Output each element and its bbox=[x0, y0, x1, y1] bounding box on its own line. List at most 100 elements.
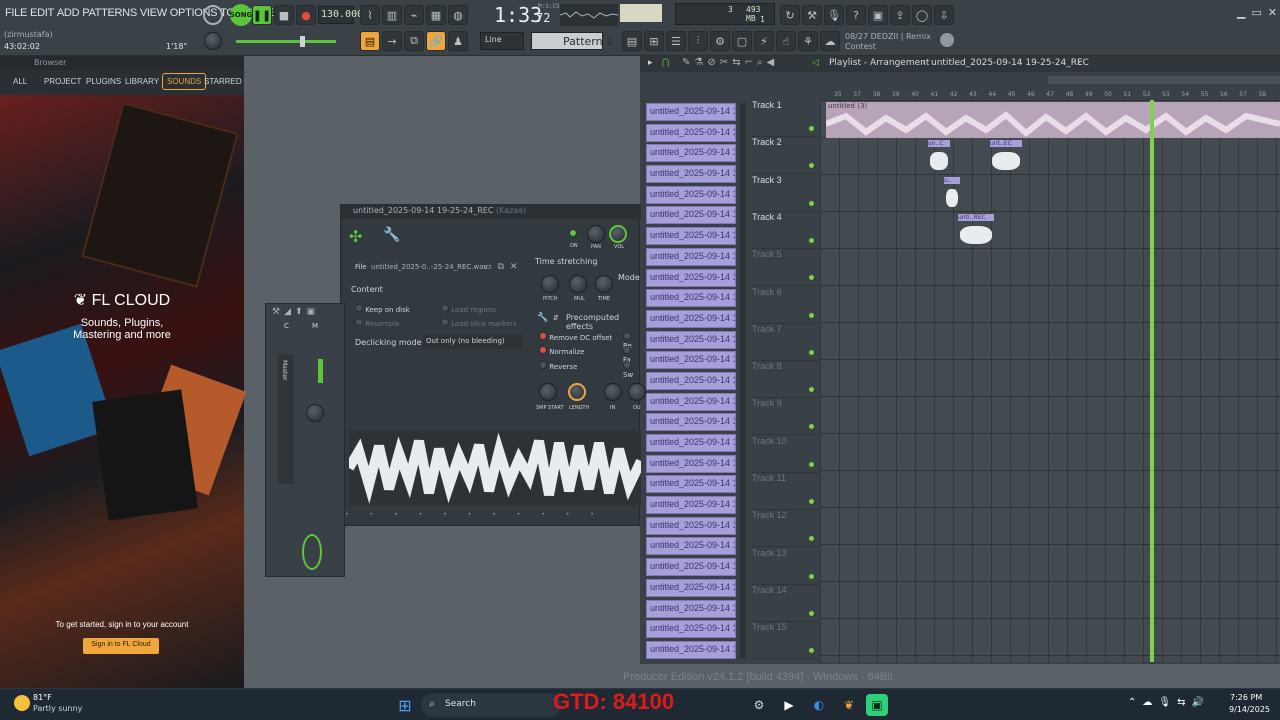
clip-list-item[interactable]: untitled_2025-09-14 19- bbox=[646, 103, 736, 121]
song-mode-button[interactable]: SONG bbox=[230, 4, 252, 26]
app-icon[interactable]: ▣ bbox=[866, 694, 888, 716]
normalize[interactable]: Normalize bbox=[539, 346, 585, 356]
pitch-knob[interactable] bbox=[541, 275, 559, 293]
track-header[interactable]: Track 2 bbox=[752, 137, 818, 175]
sample-waveform[interactable] bbox=[344, 431, 646, 505]
clip-list-item[interactable]: untitled_2025-09-14 19- bbox=[646, 454, 736, 473]
browser-icon[interactable]: ▢ bbox=[732, 31, 752, 51]
track-mute-led[interactable] bbox=[809, 237, 814, 243]
remove-dc-offset[interactable]: Remove DC offset bbox=[539, 332, 612, 342]
track-header[interactable]: Track 7 bbox=[752, 324, 818, 361]
precomputed-arrow-icon[interactable]: ⇵ bbox=[553, 314, 559, 322]
horizontal-scrollbar[interactable] bbox=[1048, 76, 1280, 84]
declicking-select[interactable]: Out only (no bleeding) bbox=[423, 335, 523, 349]
master-pan-knob[interactable] bbox=[306, 404, 324, 422]
windows-start-icon[interactable]: ⊞ bbox=[394, 694, 416, 716]
stem-icon[interactable]: ⚘ bbox=[798, 31, 818, 51]
stop-button[interactable]: ■ bbox=[274, 5, 294, 25]
sampler-titlebar[interactable]: untitled_2025-09-14 19-25-24_REC (Kazaa) bbox=[341, 205, 641, 219]
typing-keyboard-icon[interactable]: ▤ bbox=[360, 31, 380, 51]
clip-list-item[interactable]: untitled_2025-09-14 19- bbox=[646, 185, 736, 204]
channel-rack-icon[interactable]: ☰ bbox=[666, 31, 686, 51]
clip-list-item[interactable]: untitled_2025-09-14 19- bbox=[646, 537, 736, 556]
globe-icon[interactable] bbox=[940, 33, 954, 47]
file-name[interactable]: untitled_2025-0..-25-24_REC.wav bbox=[371, 263, 488, 271]
weather-desc[interactable]: Partly sunny bbox=[33, 704, 82, 713]
menu-file[interactable]: FILE bbox=[5, 7, 27, 19]
track-mute-led[interactable] bbox=[809, 163, 814, 169]
pattern-select[interactable]: Pattern 1 bbox=[531, 32, 613, 50]
magnet-icon[interactable]: ⧉ bbox=[404, 31, 424, 51]
timeline-ruler[interactable]: 35 37 38 39 40 41 42 43 44 45 46 47 48 49 50 51 52 53 54 55… bbox=[820, 90, 1280, 100]
clip-d[interactable]: unti..REC bbox=[958, 214, 994, 250]
menu-view[interactable]: VIEW bbox=[140, 7, 167, 19]
edge-icon[interactable]: ◐ bbox=[808, 694, 830, 716]
track-mute-led[interactable] bbox=[809, 349, 814, 355]
clip-list-item[interactable]: untitled_2025-09-14 19- bbox=[646, 309, 736, 328]
out-knob[interactable] bbox=[628, 383, 646, 401]
playlist-tools-icon[interactable]: ✎⚗⊘✂⇆⌐⌕◀ bbox=[682, 57, 778, 68]
precomputed-wrench-icon[interactable]: 🔧 bbox=[537, 313, 548, 323]
chat-icon[interactable]: ◯ bbox=[912, 5, 932, 25]
on-led[interactable] bbox=[569, 229, 577, 240]
track-header[interactable]: Track 4 bbox=[752, 212, 818, 249]
clip-list-item[interactable]: untitled_2025-09-14 19- bbox=[646, 371, 736, 390]
clip-b[interactable]: unt..EC bbox=[990, 140, 1022, 176]
clip-list-item[interactable]: untitled_2025-09-14 19- bbox=[646, 599, 736, 618]
news-line2[interactable]: Contest bbox=[845, 42, 876, 51]
clip-list-item[interactable]: untitled_2025-09-14 19- bbox=[646, 516, 736, 535]
clip-list-item[interactable]: untitled_2025-09-14 19- bbox=[646, 227, 736, 246]
clip-list-item[interactable]: untitled_2025-09-14 19- bbox=[646, 413, 736, 432]
track-header[interactable]: Track 14 bbox=[752, 585, 818, 622]
length-knob[interactable] bbox=[568, 383, 586, 401]
playlist-icon[interactable]: ▤ bbox=[622, 31, 642, 51]
tab-starred[interactable]: STARRED bbox=[204, 77, 242, 86]
clip-list-item[interactable]: untitled_2025-09-14 19- bbox=[646, 434, 736, 452]
master-volume-slider[interactable] bbox=[236, 36, 336, 47]
track-header[interactable]: Track 12 bbox=[752, 510, 818, 548]
wait-input-icon[interactable]: ▥ bbox=[382, 5, 402, 25]
blend-notes-icon[interactable]: ◍ bbox=[448, 5, 468, 25]
mixer-view-icon[interactable]: ⫶ bbox=[688, 31, 708, 51]
signin-button[interactable]: Sign in to FL Cloud bbox=[83, 638, 159, 654]
track-header[interactable]: Track 11 bbox=[752, 473, 818, 510]
track-mute-led[interactable] bbox=[809, 610, 814, 616]
track-header[interactable]: Track 10 bbox=[752, 436, 818, 473]
playlist-menu-icon[interactable]: ▸ bbox=[648, 58, 653, 68]
countdown-icon[interactable]: ⌁ bbox=[404, 5, 424, 25]
tab-all[interactable]: ALL bbox=[13, 77, 27, 86]
clip-a[interactable]: un..C bbox=[928, 140, 950, 176]
export-icon[interactable]: ⇪ bbox=[890, 5, 910, 25]
track-mute-led[interactable] bbox=[809, 275, 814, 281]
pause-button[interactable]: ❚❚ bbox=[252, 5, 272, 25]
swap-stereo[interactable]: Sw bbox=[623, 361, 639, 379]
tab-plugins[interactable]: PLUGINS bbox=[86, 77, 121, 86]
load-regions[interactable]: Load regions bbox=[441, 304, 496, 314]
reverse[interactable]: Reverse bbox=[539, 361, 577, 371]
save-icon[interactable]: ▣ bbox=[868, 5, 888, 25]
track-mute-led[interactable] bbox=[809, 536, 814, 542]
clip-list-item[interactable]: untitled_2025-09-14 19- bbox=[646, 289, 736, 308]
menu-add[interactable]: ADD bbox=[57, 7, 80, 19]
menu-edit[interactable]: EDIT bbox=[30, 7, 54, 19]
in-knob[interactable] bbox=[604, 383, 622, 401]
time-display[interactable]: 1:33 72 M:S:CS bbox=[474, 2, 560, 28]
step-edit-icon[interactable]: ▦ bbox=[426, 5, 446, 25]
mul-knob[interactable] bbox=[569, 275, 587, 293]
resample[interactable]: Resample bbox=[355, 318, 400, 328]
clip-c[interactable]: u.. bbox=[944, 177, 960, 213]
clip-list-item[interactable]: untitled_2025-09-14 19- bbox=[646, 558, 736, 577]
settings-icon[interactable]: ⚙ bbox=[748, 694, 770, 716]
mixer-toolbar-icon[interactable]: ⚒◢⬆▣ bbox=[272, 307, 319, 317]
track-header[interactable]: Track 9 bbox=[752, 398, 818, 436]
pitch-knob-icon[interactable] bbox=[203, 5, 223, 25]
keep-on-disk[interactable]: Keep on disk bbox=[355, 304, 410, 314]
snap-select[interactable]: Line bbox=[480, 32, 524, 50]
smp-start-knob[interactable] bbox=[539, 383, 557, 401]
clock-time[interactable]: 7:26 PM bbox=[1230, 693, 1262, 702]
file-actions-icon[interactable]: ▭⧉✕ bbox=[483, 262, 523, 272]
metronome-icon[interactable]: ⌇ bbox=[360, 5, 380, 25]
vol-knob[interactable] bbox=[609, 225, 627, 243]
clip-list-item[interactable]: untitled_2025-09-14 19- bbox=[646, 206, 736, 225]
cloud-icon[interactable]: ☁ bbox=[820, 31, 840, 51]
